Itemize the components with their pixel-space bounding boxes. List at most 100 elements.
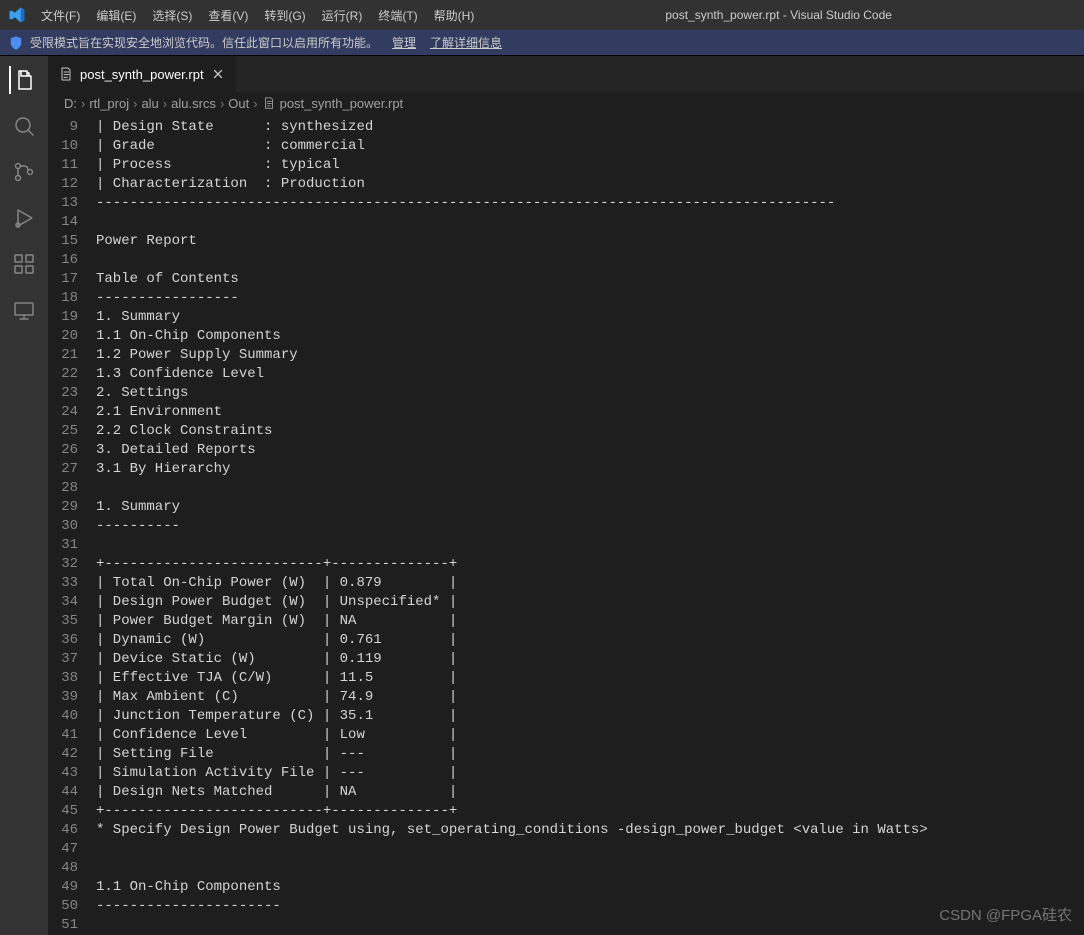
code-line[interactable]: +--------------------------+------------… xyxy=(96,802,1084,821)
editor-tabs: post_synth_power.rpt xyxy=(48,56,1084,92)
breadcrumb-seg-0[interactable]: D: xyxy=(64,96,77,111)
line-number: 40 xyxy=(48,707,78,726)
activity-source-control-icon[interactable] xyxy=(10,158,38,186)
code-line[interactable]: 1. Summary xyxy=(96,308,1084,327)
watermark-text: CSDN @FPGA硅农 xyxy=(939,904,1072,925)
menu-view[interactable]: 查看(V) xyxy=(201,3,255,28)
code-line[interactable]: | Grade : commercial xyxy=(96,137,1084,156)
code-line[interactable] xyxy=(96,213,1084,232)
code-line[interactable]: | Design Power Budget (W) | Unspecified*… xyxy=(96,593,1084,612)
line-number: 43 xyxy=(48,764,78,783)
window-title: post_synth_power.rpt - Visual Studio Cod… xyxy=(481,8,1076,22)
code-line[interactable] xyxy=(96,536,1084,555)
code-line[interactable]: 1.1 On-Chip Components xyxy=(96,878,1084,897)
line-number: 47 xyxy=(48,840,78,859)
code-line[interactable]: | Confidence Level | Low | xyxy=(96,726,1084,745)
code-line[interactable] xyxy=(96,479,1084,498)
menu-select[interactable]: 选择(S) xyxy=(145,3,199,28)
menu-run[interactable]: 运行(R) xyxy=(315,3,370,28)
code-line[interactable]: ----------------- xyxy=(96,289,1084,308)
chevron-right-icon: › xyxy=(253,96,257,111)
code-line[interactable]: ---------------------- xyxy=(96,897,1084,916)
code-line[interactable]: | Design Nets Matched | NA | xyxy=(96,783,1084,802)
code-line[interactable]: | Setting File | --- | xyxy=(96,745,1084,764)
line-number: 51 xyxy=(48,916,78,935)
menu-file[interactable]: 文件(F) xyxy=(34,3,87,28)
code-line[interactable]: Table of Contents xyxy=(96,270,1084,289)
code-line[interactable]: 3.1 By Hierarchy xyxy=(96,460,1084,479)
line-number: 29 xyxy=(48,498,78,517)
line-number: 11 xyxy=(48,156,78,175)
line-number: 37 xyxy=(48,650,78,669)
banner-learn-more-link[interactable]: 了解详细信息 xyxy=(430,34,502,51)
code-line[interactable] xyxy=(96,251,1084,270)
menu-terminal[interactable]: 终端(T) xyxy=(371,3,424,28)
code-line[interactable]: 1. Summary xyxy=(96,498,1084,517)
line-number: 42 xyxy=(48,745,78,764)
code-line[interactable]: | Design State : synthesized xyxy=(96,118,1084,137)
activity-search-icon[interactable] xyxy=(10,112,38,140)
code-line[interactable] xyxy=(96,840,1084,859)
text-editor[interactable]: 9101112131415161718192021222324252627282… xyxy=(48,114,1084,935)
code-line[interactable]: +--------------------------+------------… xyxy=(96,555,1084,574)
code-line[interactable]: 2. Settings xyxy=(96,384,1084,403)
code-line[interactable]: | Dynamic (W) | 0.761 | xyxy=(96,631,1084,650)
breadcrumb-seg-2[interactable]: alu xyxy=(141,96,158,111)
code-line[interactable]: | Process : typical xyxy=(96,156,1084,175)
code-line[interactable]: | Device Static (W) | 0.119 | xyxy=(96,650,1084,669)
line-number: 44 xyxy=(48,783,78,802)
breadcrumb-seg-4[interactable]: Out xyxy=(228,96,249,111)
code-line[interactable]: | Simulation Activity File | --- | xyxy=(96,764,1084,783)
code-line[interactable]: 1.3 Confidence Level xyxy=(96,365,1084,384)
line-number: 48 xyxy=(48,859,78,878)
line-number: 50 xyxy=(48,897,78,916)
code-line[interactable]: ----------------------------------------… xyxy=(96,194,1084,213)
banner-manage-link[interactable]: 管理 xyxy=(392,34,416,51)
code-line[interactable]: 2.2 Clock Constraints xyxy=(96,422,1084,441)
tab-close-icon[interactable] xyxy=(210,66,226,82)
breadcrumb-seg-5[interactable]: post_synth_power.rpt xyxy=(262,96,404,111)
code-line[interactable]: Power Report xyxy=(96,232,1084,251)
code-line[interactable]: ---------- xyxy=(96,517,1084,536)
code-line[interactable]: | Max Ambient (C) | 74.9 | xyxy=(96,688,1084,707)
line-number: 35 xyxy=(48,612,78,631)
line-number: 12 xyxy=(48,175,78,194)
line-number: 13 xyxy=(48,194,78,213)
line-number: 10 xyxy=(48,137,78,156)
tab-post-synth-power[interactable]: post_synth_power.rpt xyxy=(48,56,237,92)
line-number: 15 xyxy=(48,232,78,251)
line-number: 22 xyxy=(48,365,78,384)
activity-explorer-icon[interactable] xyxy=(9,66,37,94)
code-line[interactable]: | Effective TJA (C/W) | 11.5 | xyxy=(96,669,1084,688)
line-number: 32 xyxy=(48,555,78,574)
code-line[interactable]: * Specify Design Power Budget using, set… xyxy=(96,821,1084,840)
code-line[interactable] xyxy=(96,916,1084,935)
code-line[interactable]: 1.2 Power Supply Summary xyxy=(96,346,1084,365)
code-line[interactable]: | Characterization : Production xyxy=(96,175,1084,194)
activity-bar xyxy=(0,56,48,935)
activity-run-debug-icon[interactable] xyxy=(10,204,38,232)
code-line[interactable]: 2.1 Environment xyxy=(96,403,1084,422)
restricted-mode-banner: 受限模式旨在实现安全地浏览代码。信任此窗口以启用所有功能。 管理 了解详细信息 xyxy=(0,30,1084,56)
menu-edit[interactable]: 编辑(E) xyxy=(89,3,143,28)
file-lines-icon xyxy=(262,96,276,110)
activity-remote-icon[interactable] xyxy=(10,296,38,324)
code-line[interactable]: 3. Detailed Reports xyxy=(96,441,1084,460)
line-number: 23 xyxy=(48,384,78,403)
code-line[interactable]: | Junction Temperature (C) | 35.1 | xyxy=(96,707,1084,726)
menu-go[interactable]: 转到(G) xyxy=(257,3,312,28)
breadcrumb-seg-3[interactable]: alu.srcs xyxy=(171,96,216,111)
editor-content[interactable]: | Design State : synthesized| Grade : co… xyxy=(96,114,1084,935)
chevron-right-icon: › xyxy=(220,96,224,111)
code-line[interactable]: | Total On-Chip Power (W) | 0.879 | xyxy=(96,574,1084,593)
code-line[interactable]: | Power Budget Margin (W) | NA | xyxy=(96,612,1084,631)
line-number-gutter: 9101112131415161718192021222324252627282… xyxy=(48,114,96,935)
activity-extensions-icon[interactable] xyxy=(10,250,38,278)
breadcrumb-seg-1[interactable]: rtl_proj xyxy=(89,96,129,111)
line-number: 39 xyxy=(48,688,78,707)
line-number: 14 xyxy=(48,213,78,232)
code-line[interactable]: 1.1 On-Chip Components xyxy=(96,327,1084,346)
code-line[interactable] xyxy=(96,859,1084,878)
menu-help[interactable]: 帮助(H) xyxy=(427,3,482,28)
line-number: 33 xyxy=(48,574,78,593)
